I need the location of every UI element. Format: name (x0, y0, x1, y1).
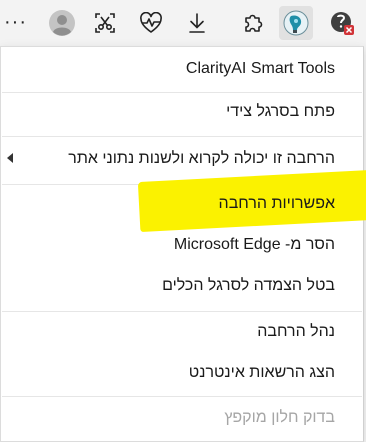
menu-item-open-sidebar[interactable]: פתח בסרגל צידי (1, 94, 363, 130)
extension-context-menu: ClarityAI Smart Tools פתח בסרגל צידי הרח… (0, 46, 366, 442)
menu-separator (2, 396, 362, 397)
menu-item-remove[interactable]: הסר מ- Microsoft Edge (1, 227, 363, 263)
heartbeat-icon (140, 12, 162, 33)
clarityai-extension-button[interactable] (279, 6, 313, 40)
profile-avatar-icon (49, 10, 75, 36)
menu-separator (2, 92, 362, 93)
submenu-arrow-icon (7, 153, 13, 163)
menu-item-site-access[interactable]: הרחבה זו יכולה לקרוא ולשנות נתוני אתר (1, 141, 363, 177)
blocked-extension-button[interactable] (325, 6, 359, 40)
screenshot-scissors-icon (95, 13, 115, 33)
browser-toolbar: ··· (0, 0, 366, 46)
menu-separator (2, 311, 362, 312)
menu-item-inspect-popup: בדוק חלון מוקפץ (224, 409, 335, 426)
extensions-puzzle-icon (245, 14, 263, 32)
profile-button[interactable] (45, 6, 79, 40)
more-tools-button[interactable]: ··· (4, 12, 27, 32)
screenshot-button[interactable] (88, 6, 122, 40)
site-access-label: הרחבה זו יכולה לקרוא ולשנות נתוני אתר (68, 150, 335, 167)
extensions-button[interactable] (236, 6, 270, 40)
menu-item-unpin[interactable]: בטל הצמדה לסרגל הכלים (1, 268, 363, 304)
blocked-extension-icon (331, 12, 354, 35)
menu-item-manage-extension[interactable]: נהל הרחבה (1, 314, 363, 350)
menu-separator (2, 136, 362, 137)
downloads-button[interactable] (180, 6, 214, 40)
clarityai-extension-icon (283, 10, 309, 36)
menu-item-web-permissions[interactable]: הצג הרשאות אינטרנט (1, 355, 363, 391)
downloads-icon (189, 13, 205, 33)
menu-title[interactable]: ClarityAI Smart Tools (1, 51, 363, 87)
menu-item-extension-options[interactable]: אפשרויות הרחבה (1, 186, 363, 222)
health-button[interactable] (134, 6, 168, 40)
